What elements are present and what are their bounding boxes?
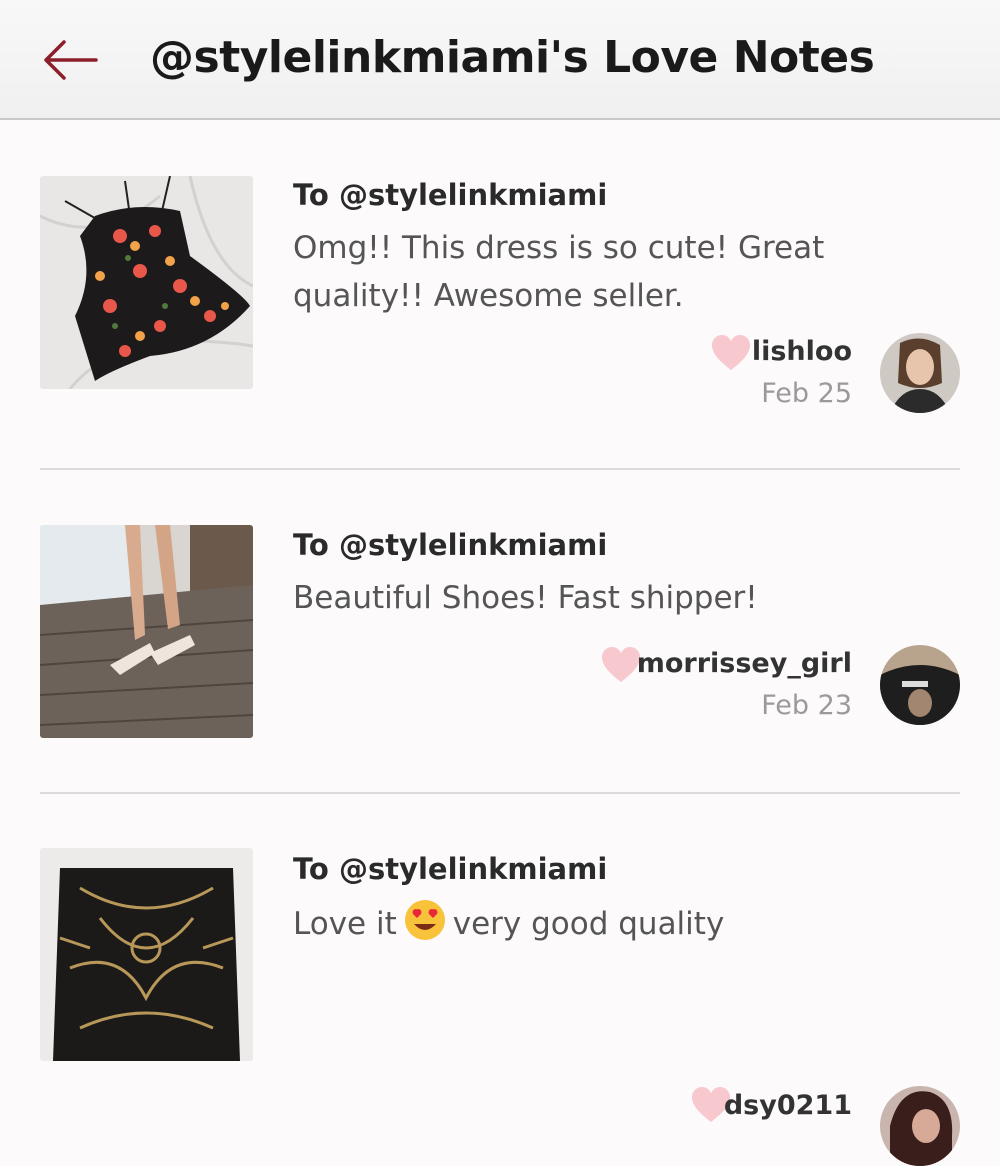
- page-title: @stylelinkmiami's Love Notes: [150, 32, 875, 83]
- divider: [40, 468, 960, 470]
- lishloo-avatar[interactable]: [880, 333, 960, 413]
- clear-heels-image[interactable]: [40, 525, 253, 738]
- note-message: Love it very good quality: [293, 898, 893, 948]
- note-message-text: Love it: [293, 906, 397, 942]
- embroidered-skirt-image[interactable]: [40, 848, 253, 1061]
- note-recipient: To @stylelinkmiami: [293, 528, 608, 562]
- note-author[interactable]: morrissey_girl: [637, 648, 852, 679]
- note-message-text: very good quality: [452, 906, 725, 942]
- note-date: Feb 23: [761, 690, 852, 721]
- floral-dress-image[interactable]: [40, 176, 253, 389]
- note-recipient: To @stylelinkmiami: [293, 178, 608, 212]
- top-bar: @stylelinkmiami's Love Notes: [0, 0, 1000, 120]
- dsy0211-avatar[interactable]: [880, 1086, 960, 1166]
- note-message: Omg!! This dress is so cute! Great quali…: [293, 230, 825, 314]
- note-author[interactable]: dsy0211: [724, 1090, 852, 1121]
- note-message: Beautiful Shoes! Fast shipper!: [293, 580, 758, 616]
- morrissey-girl-avatar[interactable]: [880, 645, 960, 725]
- heart-icon: [602, 647, 640, 682]
- heart-icon: [712, 335, 750, 370]
- note-date: Feb 25: [761, 378, 852, 409]
- heart-eyes-emoji-icon: [404, 900, 445, 940]
- note-author[interactable]: lishloo: [752, 336, 852, 367]
- divider: [40, 792, 960, 794]
- back-button[interactable]: [40, 36, 100, 84]
- note-recipient: To @stylelinkmiami: [293, 852, 608, 886]
- back-arrow-icon: [44, 40, 98, 80]
